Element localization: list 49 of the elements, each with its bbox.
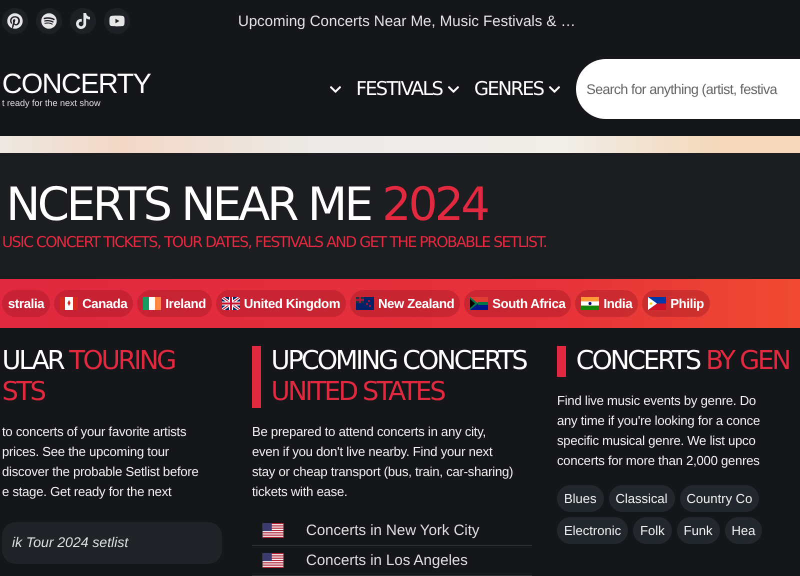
genre-tag[interactable]: Electronic bbox=[557, 517, 628, 544]
country-link[interactable]: New Zealand bbox=[350, 290, 460, 318]
site-title: Upcoming Concerts Near Me, Music Festivals & … bbox=[238, 12, 576, 30]
flag-icon bbox=[581, 297, 600, 310]
setlist-card[interactable]: ik Tour 2024 setlist bbox=[2, 522, 222, 564]
search-field[interactable]: Search for anything (artist, festiva bbox=[576, 59, 800, 120]
section-subtitle: UNITED STATES bbox=[271, 377, 446, 408]
genre-tag[interactable]: Folk bbox=[633, 517, 672, 544]
country-link[interactable]: Philip bbox=[642, 290, 710, 318]
pinterest-icon[interactable] bbox=[2, 8, 28, 34]
section-text: to concerts of your favorite artists prices. See the upcoming tour discover the probable Setlist before e stage. Get ready for the next bbox=[2, 423, 200, 501]
youtube-icon[interactable] bbox=[104, 8, 130, 34]
section-subtitle: STS bbox=[2, 377, 46, 408]
section-text: Be prepared to attend concerts in any city, even if you don't live nearby. Find your next stay or cheap transport (bus, train, car-sharing) tickets with ease. bbox=[252, 423, 514, 501]
hero-title: NCERTS NEAR ME 2024 bbox=[5, 181, 488, 228]
genre-tag[interactable]: Blues bbox=[557, 485, 604, 512]
section-title: UPCOMING CONCERTS bbox=[271, 346, 526, 377]
hero-subtitle: USIC CONCERT TICKETS, TOUR DATES, FESTIVALS AND GET THE PROBABLE SETLIST. bbox=[1, 233, 548, 252]
spotify-icon[interactable] bbox=[36, 8, 62, 34]
logo[interactable]: CONCERTY bbox=[2, 70, 151, 98]
country-link[interactable]: stralia bbox=[2, 290, 50, 318]
tiktok-icon[interactable] bbox=[70, 8, 96, 34]
section-title: ULAR TOURING bbox=[2, 346, 175, 377]
flag-icon bbox=[60, 297, 78, 310]
nav-menu[interactable]: FESTIVALS bbox=[349, 78, 468, 100]
nav-menu[interactable]: GENRES bbox=[467, 78, 568, 100]
flag-icon bbox=[470, 297, 488, 310]
genre-tag[interactable]: Hea bbox=[724, 517, 762, 544]
country-link[interactable]: Ireland bbox=[137, 290, 212, 318]
country-link[interactable]: India bbox=[575, 290, 638, 318]
flag-icon bbox=[262, 553, 284, 568]
flag-icon bbox=[356, 297, 374, 310]
accent-bar bbox=[557, 346, 566, 377]
accent-bar bbox=[252, 346, 261, 408]
section-title: CONCERTS BY GEN bbox=[576, 346, 790, 377]
country-link[interactable]: Canada bbox=[54, 290, 134, 318]
genre-tag[interactable]: Funk bbox=[676, 517, 720, 544]
tagline: t ready for the next show bbox=[2, 98, 101, 108]
city-link[interactable]: Concerts in Los Angeles bbox=[252, 546, 532, 576]
genre-tag[interactable]: Classical bbox=[608, 485, 675, 512]
flag-icon bbox=[222, 297, 240, 310]
flag-icon bbox=[262, 523, 284, 538]
genre-tag[interactable]: Country Co bbox=[680, 485, 760, 512]
flag-icon bbox=[648, 297, 666, 310]
city-link[interactable]: Concerts in New York City bbox=[252, 516, 532, 546]
section-text: Find live music events by genre. Do any time if you're looking for a conce specific musical genre. We list upco concerts for more than 2,000 genres bbox=[557, 392, 761, 470]
flag-icon bbox=[143, 297, 162, 310]
country-link[interactable]: United Kingdom bbox=[216, 290, 346, 318]
country-link[interactable]: South Africa bbox=[464, 290, 572, 318]
